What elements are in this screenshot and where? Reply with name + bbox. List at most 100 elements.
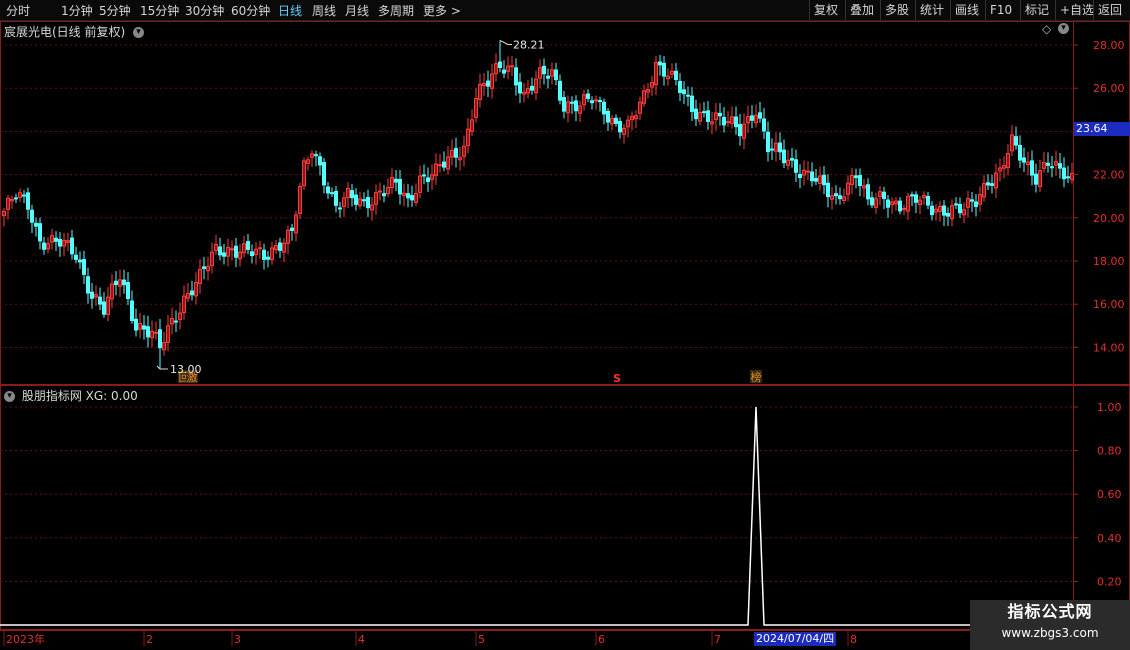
statistics-button[interactable]: 统计 [915,0,948,20]
candle-body [854,175,858,179]
chart-canvas: 14.0016.0018.0020.0022.0024.0026.0028.00… [0,21,1130,646]
sell-signal-marker: S [613,372,621,385]
candle-body [338,207,342,210]
tab-30min[interactable]: 30分钟 [185,2,224,19]
candle-body [22,194,26,197]
tab-60min[interactable]: 60分钟 [231,2,270,19]
candle-body [126,282,130,300]
candle-body [382,193,386,197]
f10-button[interactable]: F10 [985,0,1016,20]
add-watchlist-button[interactable]: +自选 [1055,0,1098,20]
candle-body [26,192,30,210]
candle-body [1030,160,1034,176]
tab-multi-period[interactable]: 多周期 [378,2,414,19]
tab-1min[interactable]: 1分钟 [61,2,93,19]
tab-fenshi[interactable]: 分时 [6,2,30,19]
candle-body [378,190,382,193]
candle-body [694,108,698,120]
candle-body [530,85,534,91]
candle-body [146,326,150,338]
candle-body [702,111,706,114]
candle-body [886,199,890,208]
signal-markers: 回激 S 榜 [178,370,762,385]
candle-body [914,194,918,203]
price-tick-label: 20.00 [1093,212,1125,225]
candle-body [1046,162,1050,166]
high-low-labels: 28.21 13.00 [156,38,545,376]
tab-weekly[interactable]: 周线 [312,2,336,19]
candle-body [798,173,802,179]
candle-body [722,116,726,126]
back-button[interactable]: 返回 [1093,0,1126,20]
mark-button[interactable]: 标记 [1020,0,1053,20]
tab-daily[interactable]: 日线 [278,2,302,19]
chevron-right-icon: > [450,4,461,18]
signal-marker: 榜 [751,370,762,384]
indicator-tick-label: 1.00 [1097,401,1122,414]
time-tick-label: 7 [714,633,721,646]
candle-body [618,121,622,133]
candle-body [518,81,522,94]
candle-body [726,121,730,124]
candle-body [738,124,742,137]
candle-body [586,93,590,99]
candle-body [250,251,254,257]
cursor-date-badge: 2024/07/04/四 [754,632,837,646]
low-pointer [156,365,168,370]
high-pointer [499,40,512,45]
watermark-url: www.zbgs3.com [1001,626,1099,640]
candle-body [990,183,994,186]
candle-body [326,186,330,194]
candle-body [866,184,870,200]
candle-body [942,205,946,216]
xg-line [0,406,1073,626]
price-tick-label: 22.00 [1093,169,1125,182]
candle-body [498,61,502,68]
tab-15min[interactable]: 15分钟 [140,2,179,19]
indicator-tick-label: 0.60 [1097,488,1122,501]
candle-body [38,223,42,242]
tab-more[interactable]: 更多 > [423,2,461,19]
circle-menu-icon[interactable]: ▾ [1058,23,1069,34]
candle-body [74,254,78,260]
candle-body [706,110,710,122]
tab-monthly[interactable]: 月线 [345,2,369,19]
candle-body [362,199,366,202]
candle-body [910,194,914,197]
candle-body [398,179,402,195]
candle-body [234,245,238,258]
candle-body [678,80,682,93]
candle-body [190,290,194,296]
candle-body [422,174,426,177]
chevron-down-icon[interactable]: ▾ [4,391,15,402]
high-price-label: 28.21 [513,38,545,51]
chevron-down-icon[interactable]: ▾ [133,27,145,38]
candle-body [42,242,46,250]
candle-body [658,61,662,66]
candle-body [974,201,978,208]
indicator-tick-label: 0.80 [1097,445,1122,458]
overlay-button[interactable]: 叠加 [845,0,878,20]
draw-line-button[interactable]: 画线 [950,0,983,20]
candle-body [986,182,990,186]
price-axis: 14.0016.0018.0020.0022.0024.0026.0028.00 [1073,39,1125,354]
fuquan-button[interactable]: 复权 [809,0,842,20]
candle-body [278,242,282,251]
candle-body [718,112,722,117]
candlestick-series [2,40,1074,369]
candle-body [130,300,134,322]
multi-stock-button[interactable]: 多股 [880,0,913,20]
candle-body [426,177,430,182]
price-tick-label: 14.00 [1093,341,1125,354]
candle-body [766,131,770,153]
candle-body [486,80,490,87]
tab-5min[interactable]: 5分钟 [99,2,131,19]
candle-body [1050,166,1054,169]
candle-body [514,67,518,86]
candle-body [154,331,158,334]
diamond-icon[interactable]: ◇ [1042,22,1051,36]
candle-body [598,100,602,103]
candle-body [558,80,562,101]
candle-body [926,195,930,206]
candle-body [218,246,222,256]
